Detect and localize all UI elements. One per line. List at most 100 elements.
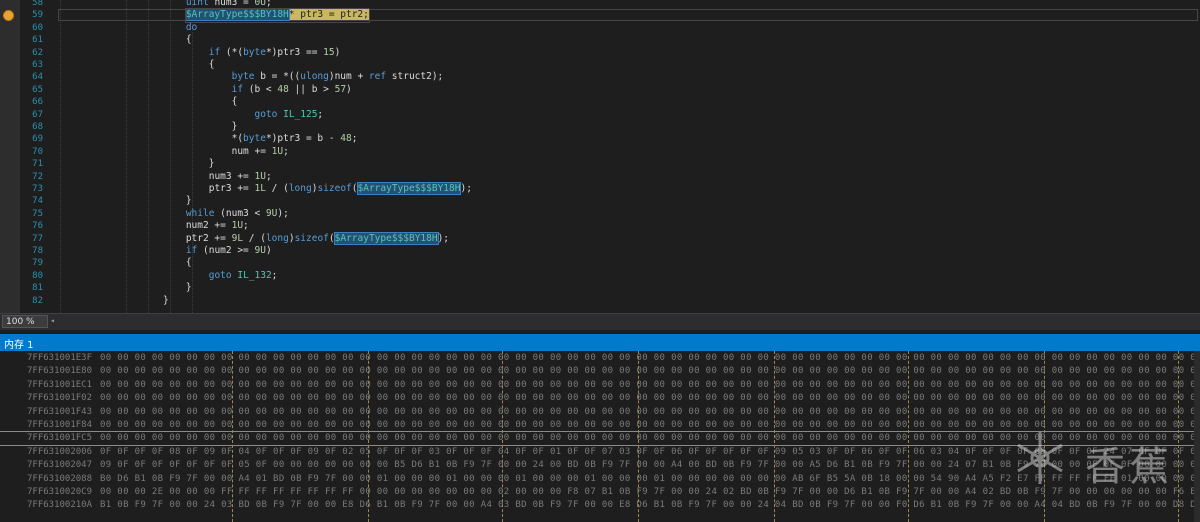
memory-bytes: B1 0B F9 7F 00 00 24 03 BD 0B F9 7F 00 0… bbox=[100, 500, 1200, 511]
code-text: ptr3 += 1L / (long)sizeof($ArrayType$$$B… bbox=[208, 182, 472, 195]
line-number: 77 bbox=[32, 233, 43, 244]
code-token: struct2); bbox=[386, 71, 444, 83]
code-token: b = *(( bbox=[254, 71, 301, 83]
memory-bytes: 00 00 00 00 00 00 00 00 00 00 00 00 00 0… bbox=[100, 366, 1200, 377]
code-token: ( bbox=[351, 183, 358, 194]
code-line[interactable]: 66 { bbox=[0, 96, 1200, 108]
line-number: 74 bbox=[32, 196, 43, 207]
code-token: 1L bbox=[254, 183, 266, 194]
code-token: ; bbox=[351, 133, 358, 145]
code-token: ; bbox=[265, 0, 272, 8]
code-token: || b > bbox=[288, 83, 335, 95]
line-number: 73 bbox=[32, 184, 43, 194]
line-number: 68 bbox=[32, 122, 43, 132]
code-line[interactable]: 61 { bbox=[0, 34, 1200, 46]
line-number: 64 bbox=[32, 72, 43, 83]
code-line[interactable]: 62 if (*(byte*)ptr3 == 15) bbox=[0, 47, 1200, 59]
code-token: long bbox=[288, 183, 312, 194]
code-line[interactable]: 69 *(byte*)ptr3 = b - 48; bbox=[0, 133, 1200, 145]
code-token: while bbox=[185, 207, 215, 219]
editor-status-bar: 100 % ◂ bbox=[0, 313, 1200, 330]
code-token: 9U bbox=[265, 207, 278, 219]
line-number: 67 bbox=[32, 109, 43, 120]
code-token: { bbox=[185, 257, 192, 269]
code-line[interactable]: 63 { bbox=[0, 59, 1200, 71]
line-number: 66 bbox=[32, 97, 43, 108]
code-text: } bbox=[186, 282, 192, 294]
code-line[interactable]: 75 while (num3 < 9U); bbox=[0, 208, 1200, 220]
memory-address: 7FF631001EC1 bbox=[27, 379, 93, 390]
code-line[interactable]: 67 goto IL_125; bbox=[0, 109, 1200, 121]
line-number: 78 bbox=[32, 246, 43, 256]
code-line[interactable]: 82} bbox=[0, 295, 1200, 307]
line-number: 70 bbox=[32, 146, 43, 157]
code-token: ) bbox=[265, 245, 272, 256]
code-token: $ArrayType$$$BY18H bbox=[184, 8, 290, 22]
code-token: )num + bbox=[328, 71, 369, 83]
code-token: 1U bbox=[271, 145, 284, 157]
code-line[interactable]: 70 num += 1U; bbox=[0, 146, 1200, 158]
memory-bytes: 00 00 00 00 00 00 00 00 00 00 00 00 00 0… bbox=[100, 353, 1200, 363]
memory-address: 7FF631001E80 bbox=[27, 366, 93, 377]
code-line[interactable]: 76 num2 += 1U; bbox=[0, 220, 1200, 232]
code-text: num2 += 1U; bbox=[186, 220, 249, 232]
code-line[interactable]: 78 if (num2 >= 9U) bbox=[0, 245, 1200, 257]
code-token: ( bbox=[328, 232, 335, 244]
code-token: ptr3 += bbox=[208, 183, 255, 194]
code-token: } bbox=[231, 121, 238, 132]
code-token: (num3 < bbox=[214, 207, 266, 219]
code-text: { bbox=[232, 96, 238, 108]
code-token: 9L bbox=[231, 232, 244, 244]
code-line[interactable]: 81} bbox=[0, 282, 1200, 294]
code-token: } bbox=[208, 158, 215, 170]
code-token: ref bbox=[368, 71, 387, 83]
code-text: num += 1U; bbox=[232, 146, 289, 158]
code-line[interactable]: 60 do bbox=[0, 22, 1200, 34]
code-line[interactable]: 79 { bbox=[0, 257, 1200, 269]
memory-row[interactable]: 7FF631001F02 00 00 00 00 00 00 00 00 00 0… bbox=[0, 392, 1200, 405]
code-line[interactable]: 74} bbox=[0, 195, 1200, 207]
code-text: } bbox=[209, 158, 215, 170]
memory-row[interactable]: 7FF631001E80 00 00 00 00 00 00 00 00 00 0… bbox=[0, 365, 1200, 378]
code-line[interactable]: 71} bbox=[0, 158, 1200, 170]
code-line[interactable]: 72 num3 += 1U; bbox=[0, 171, 1200, 183]
line-number: 80 bbox=[32, 270, 43, 281]
memory-row[interactable]: 7FF631001EC1 00 00 00 00 00 00 00 00 00 0… bbox=[0, 379, 1200, 392]
code-token: num3 += bbox=[208, 170, 255, 182]
code-line[interactable]: 59 $ArrayType$$$BY18H* ptr3 = ptr2; bbox=[0, 8, 1200, 23]
code-line[interactable]: 77 ptr2 += 9L / (long)sizeof($ArrayType$$… bbox=[0, 231, 1200, 245]
code-line[interactable]: 58 uint num3 = 0U; bbox=[0, 0, 1200, 9]
code-text: num3 += 1U; bbox=[209, 171, 272, 183]
code-token: } bbox=[162, 294, 169, 306]
memory-bytes: 00 00 00 00 00 00 00 00 00 00 00 00 00 0… bbox=[100, 379, 1200, 390]
code-token: ; bbox=[243, 220, 249, 232]
code-text: } bbox=[186, 195, 192, 207]
memory-address: 7FF631001F84 bbox=[27, 420, 93, 430]
code-line[interactable]: 64 byte b = *((ulong)num + ref struct2); bbox=[0, 71, 1200, 83]
code-token: } bbox=[185, 195, 192, 207]
memory-row[interactable]: 7FF63100210A B1 0B F9 7F 00 00 24 03 BD 0… bbox=[0, 499, 1200, 512]
code-token: 9U bbox=[254, 245, 266, 256]
memory-row[interactable]: 7FF631001E3F 00 00 00 00 00 00 00 00 00 0… bbox=[0, 352, 1200, 365]
code-token: ; bbox=[265, 170, 272, 182]
memory-window-titlebar[interactable]: 内存 1 bbox=[0, 334, 1200, 351]
memory-row[interactable]: 7FF631001F43 00 00 00 00 00 00 00 00 00 0… bbox=[0, 406, 1200, 419]
code-editor[interactable]: 58 uint num3 = 0U; 59 $ArrayType$$$BY18H* p… bbox=[0, 0, 1200, 313]
memory-bytes: 00 00 00 00 00 00 00 00 00 00 00 00 00 0… bbox=[100, 393, 1200, 404]
code-line[interactable]: 80 goto IL_132; bbox=[0, 270, 1200, 282]
watermark: 香蕉 bbox=[1010, 428, 1195, 498]
code-line[interactable]: 68} bbox=[0, 121, 1200, 133]
zoom-dropdown[interactable]: 100 % bbox=[2, 315, 48, 328]
code-text: if (b < 48 || b > 57) bbox=[232, 84, 352, 96]
zoom-arrow-icon[interactable]: ◂ bbox=[50, 316, 55, 325]
code-text: if (*(byte*)ptr3 == 15) bbox=[209, 47, 341, 59]
code-token: num2 += bbox=[185, 220, 232, 232]
code-line[interactable]: 73 ptr3 += 1L / (long)sizeof($ArrayType$$… bbox=[0, 182, 1200, 195]
memory-bytes: 00 00 00 00 00 00 00 00 00 00 00 00 00 0… bbox=[100, 406, 1200, 417]
code-token: $ArrayType$$$BY18H bbox=[356, 182, 462, 195]
memory-address: 7FF631001F02 bbox=[27, 393, 93, 404]
line-number: 59 bbox=[32, 10, 43, 21]
code-line[interactable]: 65 if (b < 48 || b > 57) bbox=[0, 84, 1200, 96]
code-token: IL_132 bbox=[237, 269, 272, 281]
code-token: byte bbox=[231, 71, 255, 83]
